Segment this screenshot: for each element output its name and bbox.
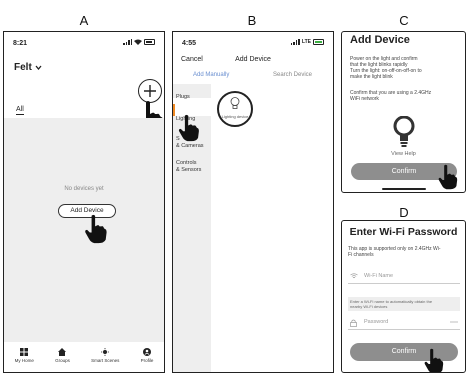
instruction-line: make the light blink <box>350 74 393 80</box>
sun-icon <box>101 348 110 356</box>
wifi-name-placeholder: Wi-Fi Name <box>364 273 394 279</box>
home-indicator <box>382 188 426 190</box>
chevron-down-icon <box>35 65 42 71</box>
category-selected-indicator <box>173 104 175 116</box>
wifi-icon <box>350 273 358 279</box>
tab-search-device[interactable]: Search Device <box>273 72 312 78</box>
nav-smart-scenes[interactable]: Smart Scenes <box>91 342 119 372</box>
wifi-note-line: WiFi network <box>350 96 379 102</box>
cancel-button[interactable]: Cancel <box>181 56 203 63</box>
battery-icon <box>144 39 155 45</box>
status-time: 8:21 <box>13 40 28 47</box>
panel-c-add-device-instructions: Add Device Power on the light and confir… <box>341 31 466 193</box>
pointing-hand-icon <box>438 164 458 190</box>
status-bar: 4:55 LTE <box>173 32 333 52</box>
status-bar: 8:21 <box>4 32 164 52</box>
wifi-name-field[interactable]: Wi-Fi Name <box>348 269 460 284</box>
note-line: Fi channels <box>348 252 374 258</box>
nav-my-home[interactable]: My Home <box>15 342 34 372</box>
wifi-icon <box>134 39 142 45</box>
pointing-hand-icon <box>424 348 444 372</box>
pointing-hand-icon <box>85 214 107 244</box>
network-type: LTE <box>301 39 311 45</box>
page-title: Add Device <box>350 34 410 46</box>
signal-icon <box>123 39 132 45</box>
tab-all[interactable]: All <box>16 106 24 115</box>
nav-label: Smart Scenes <box>91 358 120 363</box>
grid-icon <box>20 348 29 356</box>
panel-b-add-device-screen: 4:55 LTE Add Device Cancel Add Manually … <box>172 31 334 373</box>
tab-add-manually[interactable]: Add Manually <box>193 72 229 78</box>
signal-icon <box>290 39 300 45</box>
status-icons: LTE <box>290 39 324 45</box>
panel-label-c: C <box>399 13 409 28</box>
eye-hidden-icon[interactable] <box>450 320 458 324</box>
hint-line: nearby Wi-Fi devices <box>350 304 388 309</box>
page-title: Enter Wi-Fi Password <box>349 226 458 238</box>
wifi-hint-box: Enter a Wi-Fi name to automatically obta… <box>348 297 460 311</box>
status-time: 4:55 <box>182 40 197 47</box>
category-sensors[interactable]: & Sensors <box>176 167 201 174</box>
password-placeholder: Password <box>364 319 389 325</box>
nav-label: Profile <box>140 358 154 363</box>
category-controls[interactable]: Controls <box>176 160 196 167</box>
panel-d-wifi-password: Enter Wi-Fi Password This app is support… <box>341 220 466 373</box>
profile-icon <box>142 348 151 356</box>
panel-label-b: B <box>247 13 257 28</box>
nav-groups[interactable]: Groups <box>55 342 70 372</box>
pointing-hand-icon <box>178 114 199 142</box>
panel-label-a: A <box>79 13 89 28</box>
bulb-icon <box>230 97 240 109</box>
panel-label-d: D <box>399 205 409 220</box>
home-selector[interactable]: Felt <box>14 62 42 73</box>
view-help-link[interactable]: View Help <box>342 151 465 157</box>
nav-label: Groups <box>55 358 70 363</box>
house-icon <box>58 348 67 356</box>
tile-label: Lighting device <box>221 114 249 119</box>
plus-icon <box>144 85 156 97</box>
lightbulb-icon <box>393 116 415 147</box>
battery-icon <box>313 39 324 45</box>
category-cameras[interactable]: & Cameras <box>176 143 204 150</box>
nav-label: My Home <box>14 358 34 363</box>
nav-profile[interactable]: Profile <box>140 342 154 372</box>
home-title: Felt <box>14 62 32 73</box>
lighting-device-tile[interactable]: Lighting device <box>217 91 253 127</box>
password-field[interactable]: Password <box>348 315 460 330</box>
category-plugs[interactable]: Plugs <box>176 94 190 101</box>
bottom-nav: My Home Groups Smart Scenes Profile <box>4 342 164 372</box>
empty-state-text: No devices yet <box>64 186 104 192</box>
lock-icon <box>350 319 357 327</box>
panel-a-home-screen: 8:21 Felt All No devices yet Add Device … <box>3 31 165 373</box>
status-icons <box>123 39 155 45</box>
